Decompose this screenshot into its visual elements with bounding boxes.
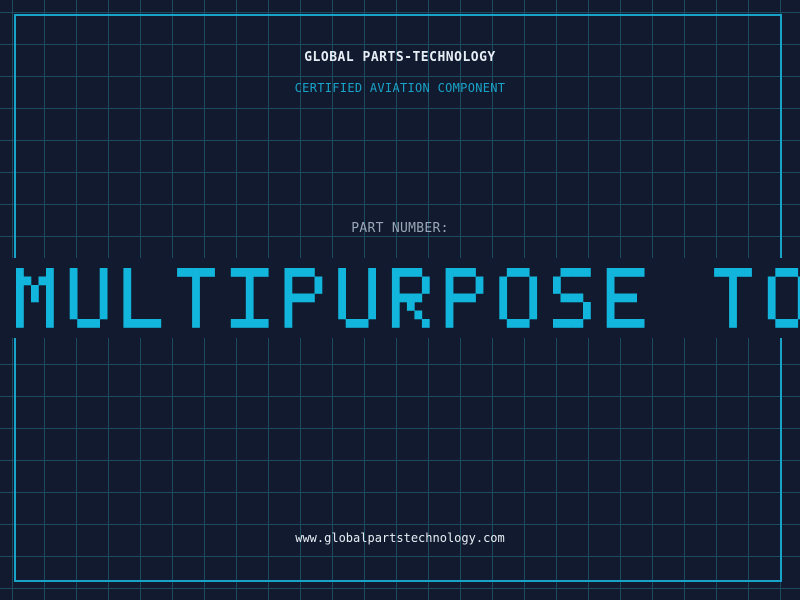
title-letter-s	[553, 268, 591, 328]
label-card: GLOBAL PARTS-TECHNOLOGY CERTIFIED AVIATI…	[0, 0, 800, 600]
part-name-title	[16, 268, 800, 328]
website-url: www.globalpartstechnology.com	[295, 531, 505, 545]
title-letter-o	[499, 268, 538, 328]
title-letter-u	[338, 268, 376, 328]
title-letter-l	[123, 268, 162, 328]
title-letter-r	[391, 268, 430, 328]
title-letter-t	[177, 268, 215, 328]
title-letter-i	[230, 268, 269, 328]
certification-tagline: CERTIFIED AVIATION COMPONENT	[294, 81, 506, 95]
title-letter-e	[606, 268, 645, 328]
title-letter-p	[284, 268, 323, 328]
title-letter-m	[16, 268, 54, 328]
title-letter-p	[445, 268, 484, 328]
title-letter-t	[714, 268, 752, 328]
brand-name: GLOBAL PARTS-TECHNOLOGY	[304, 50, 496, 65]
title-letter-o	[767, 268, 800, 328]
title-letter-u	[69, 268, 108, 328]
part-number-label: PART NUMBER:	[351, 221, 449, 236]
